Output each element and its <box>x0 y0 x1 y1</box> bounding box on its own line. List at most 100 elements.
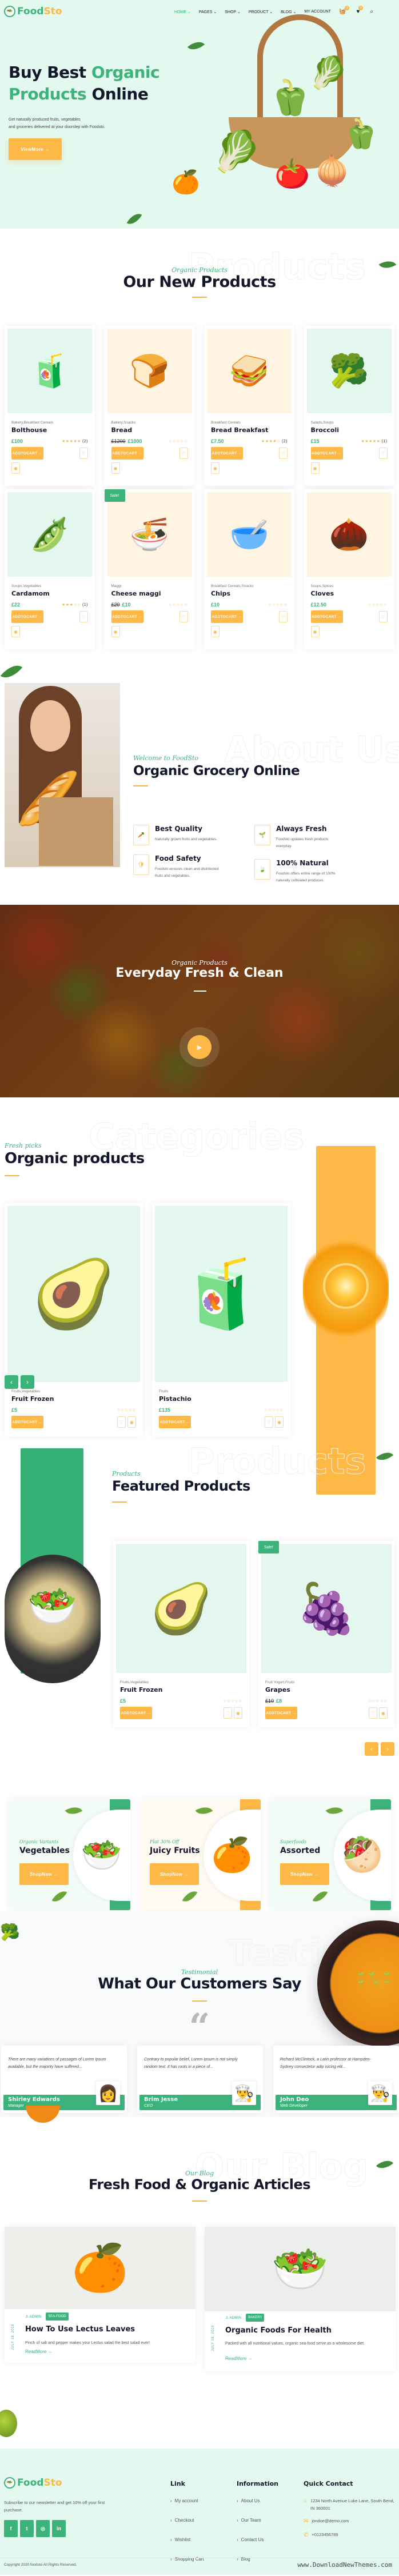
product-name[interactable]: Fruit Frozen <box>120 1686 242 1694</box>
carousel-prev-button[interactable]: ‹ <box>5 1375 18 1389</box>
product-name[interactable]: Cloves <box>311 590 388 597</box>
wishlist-button[interactable]: ♡ <box>378 448 388 459</box>
product-image[interactable]: 🥑 <box>116 1544 246 1673</box>
quick-view-button[interactable]: ◉ <box>211 462 220 474</box>
carousel-next-button[interactable]: › <box>381 1742 394 1756</box>
quick-view-button[interactable]: ◉ <box>111 462 120 474</box>
blog-image[interactable]: 🥗 <box>205 2227 396 2311</box>
product-name[interactable]: Chips <box>211 590 288 597</box>
view-more-button[interactable]: ViewMore → <box>9 138 62 160</box>
quick-view-button[interactable]: ◉ <box>11 626 20 637</box>
product-name[interactable]: Cardamom <box>11 590 88 597</box>
product-image[interactable]: 🫛 <box>7 492 92 577</box>
promo-banner[interactable]: 🍊 Flat 30% Off Juicy Fruits ShopNow → <box>139 1799 261 1910</box>
logo[interactable]: 🥗 FoodSto <box>4 6 62 17</box>
product-image[interactable]: 🥑 <box>7 1206 140 1382</box>
carousel-next-button[interactable]: › <box>21 1375 34 1389</box>
twitter-icon[interactable]: t <box>20 2520 34 2537</box>
blog-image[interactable]: 🍊 <box>5 2227 195 2309</box>
play-icon: ▶ <box>197 1044 202 1051</box>
nav-product[interactable]: PRODUCT ⌄ <box>249 10 273 14</box>
add-to-cart-button[interactable]: ADDTOCART → <box>211 610 243 623</box>
add-to-cart-button[interactable]: ADDTOCART → <box>265 1707 297 1719</box>
product-image[interactable]: 🌰 <box>306 492 392 577</box>
product-name[interactable]: Bolthouse <box>11 426 88 434</box>
product-image[interactable]: 🍇 <box>261 1544 392 1673</box>
quick-view-button[interactable]: ◉ <box>111 626 120 637</box>
product-image[interactable]: 🧃 <box>7 329 92 413</box>
product-image[interactable]: 🥪 <box>207 329 292 413</box>
add-to-cart-button[interactable]: ADDTOCART → <box>11 447 43 460</box>
product-name[interactable]: Bread <box>111 426 188 434</box>
footer-link[interactable]: › About Us <box>237 2498 264 2503</box>
product-name[interactable]: Pistachio <box>159 1395 284 1403</box>
add-to-cart-button[interactable]: ADDTOCART → <box>11 610 43 623</box>
product-image[interactable]: 🥣 <box>207 492 292 577</box>
footer-logo[interactable]: 🥗 FoodSto <box>4 2477 62 2489</box>
nav-my-account[interactable]: MY ACCOUNT <box>304 10 331 14</box>
wishlist-button[interactable]: ♡ <box>79 611 88 622</box>
wishlist-button[interactable]: ♡ <box>224 1707 232 1719</box>
product-image[interactable]: 🧃 <box>155 1206 288 1382</box>
add-to-cart-button[interactable]: ADDTOCART → <box>211 447 243 460</box>
orange-splash-decoration <box>26 2106 60 2123</box>
add-to-cart-button[interactable]: ADDTOCART → <box>111 447 143 460</box>
add-to-cart-button[interactable]: ADDTOCART → <box>120 1707 152 1719</box>
promo-banner[interactable]: 🥗 Organic Variants Vegetables ShopNow → <box>9 1799 130 1910</box>
nav-home[interactable]: HOME ⌄ <box>174 10 191 14</box>
footer-link[interactable]: › Checkout <box>170 2518 204 2523</box>
product-image[interactable]: 🍞 <box>107 329 192 413</box>
wishlist-button[interactable]: ♡ <box>179 611 188 622</box>
product-image[interactable]: 🥦 <box>306 329 392 413</box>
wishlist-button[interactable]: ♡ <box>279 448 288 459</box>
product-card: 🥪 Breakfast Cereals Bread Breakfast £7.5… <box>204 326 294 486</box>
quick-view-button[interactable]: ◉ <box>379 1707 388 1719</box>
wishlist-button[interactable]: ♡ <box>369 1707 377 1719</box>
carousel-prev-button[interactable]: ‹ <box>365 1742 378 1756</box>
quick-view-button[interactable]: ◉ <box>310 462 320 474</box>
product-name[interactable]: Cheese maggi <box>111 590 188 597</box>
contact-email[interactable]: ✉ jondoe@demo.com <box>304 2518 349 2525</box>
footer-link[interactable]: › Our Team <box>237 2518 264 2523</box>
shop-now-button[interactable]: ShopNow → <box>150 1863 199 1885</box>
product-name[interactable]: Bread Breakfast <box>211 426 288 434</box>
blog-title[interactable]: Organic Foods For Health <box>225 2326 332 2335</box>
add-to-cart-button[interactable]: ADDTOCART → <box>310 447 343 460</box>
quick-view-button[interactable]: ◉ <box>234 1707 242 1719</box>
wishlist-button[interactable]: ♡ <box>378 611 388 622</box>
blog-author[interactable]: ♙ ADMIN <box>225 2315 241 2320</box>
nav-shop[interactable]: SHOP ⌄ <box>225 10 241 14</box>
quick-view-button[interactable]: ◉ <box>11 462 20 474</box>
add-to-cart-button[interactable]: ADDTOCART → <box>111 610 143 623</box>
shop-now-button[interactable]: ShopNow → <box>280 1863 329 1885</box>
facebook-icon[interactable]: f <box>4 2520 18 2537</box>
product-name[interactable]: Fruit Frozen <box>11 1395 136 1403</box>
linkedin-icon[interactable]: in <box>52 2520 66 2537</box>
footer-link[interactable]: › Contact Us <box>237 2537 264 2542</box>
wishlist-button[interactable]: ♡ <box>79 448 88 459</box>
promo-banner[interactable]: 🥙 Superfoods Assorted ShopNow → <box>270 1799 391 1910</box>
wishlist-button[interactable]: ♡ <box>279 611 288 622</box>
product-name[interactable]: Broccoli <box>311 426 388 434</box>
quick-view-button[interactable]: ◉ <box>310 626 320 637</box>
read-more-link[interactable]: ReadMore → <box>225 2356 253 2361</box>
shop-now-button[interactable]: ShopNow → <box>19 1863 69 1885</box>
wishlist-button[interactable]: ♡ <box>179 448 188 459</box>
blog-tag[interactable]: SEA-FOOD <box>46 2313 69 2321</box>
blog-tag[interactable]: BAKERY <box>246 2314 265 2322</box>
nav-pages[interactable]: PAGES ⌄ <box>199 10 217 14</box>
play-video-button[interactable]: ▶ <box>187 1035 212 1059</box>
instagram-icon[interactable]: ◎ <box>36 2520 50 2537</box>
product-name[interactable]: Grapes <box>265 1686 388 1694</box>
add-to-cart-button[interactable]: ADDTOCART → <box>310 610 343 623</box>
quick-view-button[interactable]: ◉ <box>211 626 220 637</box>
footer-link[interactable]: › Wishlist <box>170 2537 204 2542</box>
heart-icon: ♡ <box>381 450 385 456</box>
blog-author[interactable]: ♙ ADMIN <box>25 2314 41 2319</box>
product-image[interactable]: 🍜 <box>107 492 192 577</box>
read-more-link[interactable]: ReadMore → <box>25 2349 53 2354</box>
nav-blog[interactable]: BLOG ⌄ <box>281 10 296 14</box>
blog-title[interactable]: How To Use Lectus Leaves <box>25 2325 135 2334</box>
contact-phone[interactable]: ✆ +0123456789 <box>304 2532 338 2538</box>
footer-link[interactable]: › My account <box>170 2498 204 2503</box>
